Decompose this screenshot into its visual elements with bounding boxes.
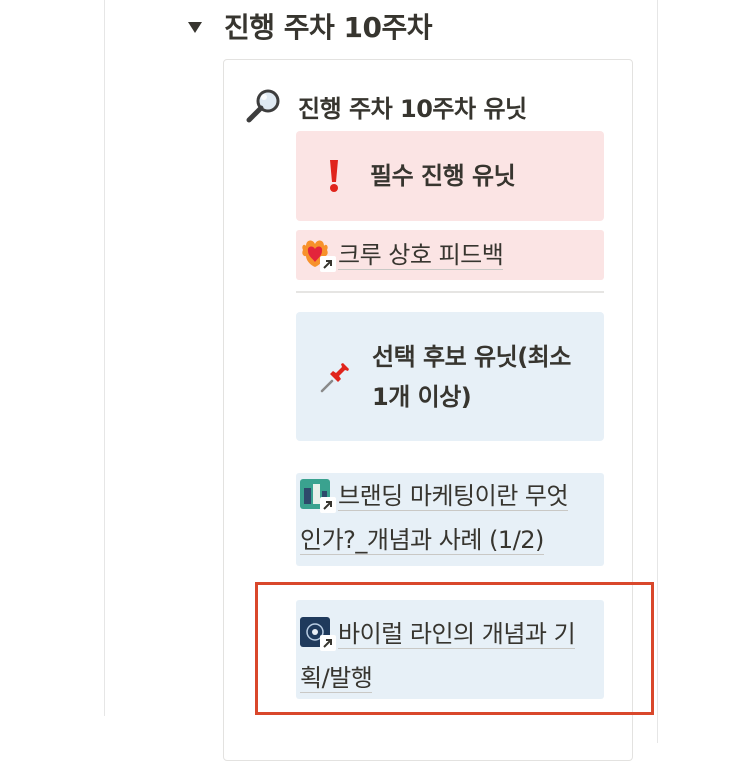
content-right-guide — [657, 0, 658, 743]
toggle-week-10[interactable]: 진행 주차 10주차 — [188, 6, 433, 46]
optional-units-callout: 선택 후보 유닛(최소 1개 이상) — [296, 312, 604, 441]
units-heading: 진행 주차 10주차 유닛 — [244, 86, 527, 126]
page-link-label-line2[interactable]: 인가?_개념과 사례 (1/2) — [300, 526, 544, 555]
required-units-label: 필수 진행 유닛 — [370, 162, 516, 190]
pushpin-icon — [318, 357, 352, 397]
divider — [296, 291, 604, 293]
page-link-label[interactable]: 크루 상호 피드백 — [338, 241, 504, 270]
highlight-box — [255, 582, 654, 715]
heart-on-fire-icon — [300, 238, 336, 272]
optional-units-label-line1: 선택 후보 유닛(최소 — [372, 342, 571, 371]
optional-units-label-line2: 1개 이상) — [372, 382, 472, 411]
toggle-title: 진행 주차 10주차 — [224, 11, 433, 44]
content-left-guide — [104, 0, 105, 716]
page-thumbnail-icon — [300, 479, 336, 513]
page-link-crew-feedback[interactable]: 크루 상호 피드백 — [296, 230, 604, 280]
required-units-callout: 필수 진행 유닛 — [296, 131, 604, 221]
caret-down-icon[interactable] — [188, 21, 202, 33]
exclamation-icon — [318, 156, 350, 196]
units-heading-text: 진행 주차 10주차 유닛 — [298, 94, 527, 123]
page-link-branding-marketing[interactable]: 브랜딩 마케팅이란 무엇 인가?_개념과 사례 (1/2) — [296, 473, 604, 566]
page-link-label-line1[interactable]: 브랜딩 마케팅이란 무엇 — [338, 482, 569, 511]
magnifying-glass-icon — [246, 89, 280, 123]
